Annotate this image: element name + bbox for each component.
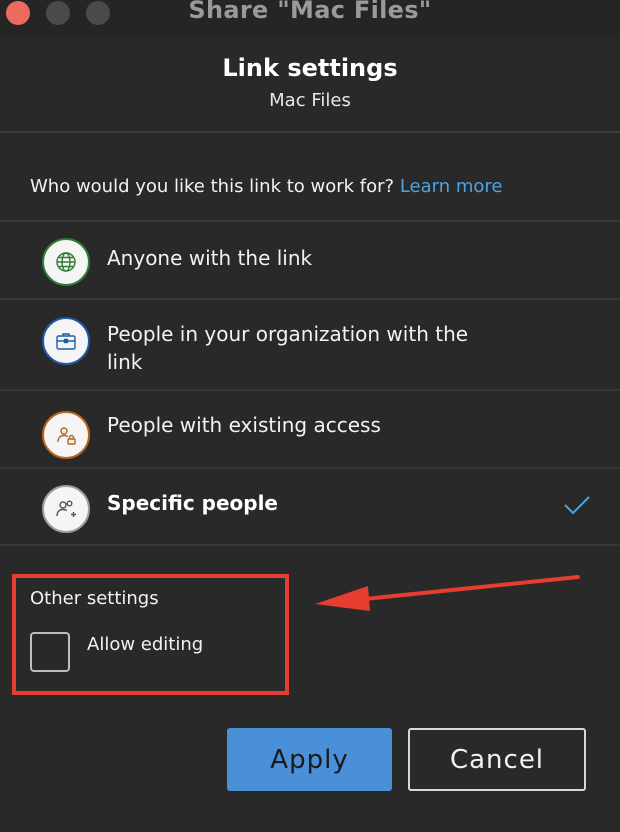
people-lock-icon: [42, 411, 90, 459]
option-label: Specific people: [107, 491, 278, 515]
audience-question: Who would you like this link to work for…: [30, 176, 503, 197]
option-label: People with existing access: [107, 413, 381, 437]
briefcase-icon: [42, 317, 90, 365]
dialog-subtitle: Mac Files: [269, 90, 351, 111]
learn-more-link[interactable]: Learn more: [400, 176, 503, 197]
option-specific-people[interactable]: Specific people: [0, 467, 620, 546]
window-title: Share "Mac Files": [188, 0, 432, 24]
dialog-title: Link settings: [222, 54, 398, 82]
option-organization[interactable]: People in your organization with the lin…: [0, 298, 620, 389]
title-bar: Share "Mac Files": [0, 0, 620, 38]
globe-icon: [42, 238, 90, 286]
annotation-arrow-icon: [315, 575, 580, 611]
option-existing-access[interactable]: People with existing access: [0, 389, 620, 467]
cancel-button[interactable]: Cancel: [408, 728, 586, 791]
audience-question-text: Who would you like this link to work for…: [30, 176, 395, 197]
option-label: Anyone with the link: [107, 246, 313, 270]
people-add-icon: [42, 485, 90, 533]
audience-options: Anyone with the link People in your orga…: [0, 220, 620, 546]
option-label: People in your organization with the lin…: [107, 322, 469, 374]
dialog-header: Link settings Mac Files: [0, 38, 620, 133]
checkmark-icon: [564, 496, 590, 515]
option-anyone[interactable]: Anyone with the link: [0, 220, 620, 298]
apply-button[interactable]: Apply: [227, 728, 392, 791]
annotation-highlight-box: [12, 574, 289, 695]
